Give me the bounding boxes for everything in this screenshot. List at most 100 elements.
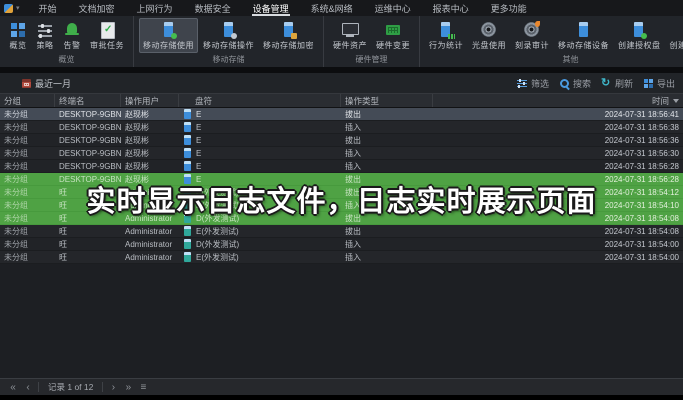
table-header: 分组终端名操作用户盘符操作类型时间 [0, 93, 683, 108]
table-row[interactable]: 未分组 DESKTOP-9GBNA80 赵现彬 E 插入 2024-07-31 … [0, 147, 683, 160]
overview-grid-icon [9, 21, 27, 39]
menu-item-8[interactable]: 更多功能 [480, 0, 538, 16]
ribbon-group: 概览 策略 告警 审批任务 概览 [0, 16, 134, 67]
usb-drive-icon [184, 200, 191, 210]
logo-caret-icon[interactable]: ▾ [16, 4, 20, 12]
ribbon-button-usb-device[interactable]: 移动存储设备 [554, 18, 613, 53]
page-menu-button[interactable]: ≡ [138, 380, 148, 395]
ribbon-button-approval-tasks[interactable]: 审批任务 [86, 18, 128, 53]
table-row[interactable]: 未分组 旺 Administrator E(外发测试) 拔出 2024-07-3… [0, 186, 683, 199]
menu-item-3[interactable]: 数据安全 [184, 0, 242, 16]
menu-item-6[interactable]: 运维中心 [364, 0, 422, 16]
usb-drive-icon [184, 252, 191, 262]
table-row[interactable]: 未分组 旺 Administrator E(外发测试) 插入 2024-07-3… [0, 251, 683, 264]
log-table: 未分组 DESKTOP-9GBNA80 赵现彬 E 拔出 2024-07-31 … [0, 108, 683, 264]
ribbon-button-create-auth-disk[interactable]: 创建授权盘 [614, 18, 665, 53]
hardware-change-icon [384, 21, 402, 39]
menu-item-7[interactable]: 报表中心 [422, 0, 480, 16]
ribbon-button-cd-usage[interactable]: 光盘使用 [468, 18, 510, 53]
ribbon-group: 行为统计 光盘使用 刻录审计 移动存储设备 创建授权盘 创建加密盘 其他 [420, 16, 683, 67]
column-header-3[interactable]: 盘符 [179, 94, 341, 107]
usb-usage-icon [160, 21, 178, 39]
table-row[interactable]: 未分组 DESKTOP-9GBNA80 赵现彬 E 插入 2024-07-31 … [0, 160, 683, 173]
ribbon-button-burn-audit[interactable]: 刻录审计 [511, 18, 553, 53]
ribbon-button-overview-grid[interactable]: 概览 [5, 18, 31, 53]
ribbon-button-hardware-change[interactable]: 硬件变更 [372, 18, 414, 53]
prev-page-button[interactable]: ‹ [23, 380, 33, 395]
table-row[interactable]: 未分组 DESKTOP-9GBNA80 赵现彬 E 拔出 2024-07-31 … [0, 108, 683, 121]
burn-audit-icon [523, 21, 541, 39]
ribbon-button-policy-sliders[interactable]: 策略 [32, 18, 58, 53]
search-icon [559, 78, 570, 89]
menu-item-4[interactable]: 设备管理 [242, 0, 300, 16]
usb-drive-icon [184, 226, 191, 236]
menu-bar: ▾ 开始文档加密上网行为数据安全设备管理系统&网络运维中心报表中心更多功能 [0, 0, 683, 16]
top-menus: 开始文档加密上网行为数据安全设备管理系统&网络运维中心报表中心更多功能 [28, 0, 538, 16]
column-header-2[interactable]: 操作用户 [121, 94, 179, 107]
alert-bell-icon [63, 21, 81, 39]
usb-drive-icon [184, 213, 191, 223]
behavior-stats-icon [437, 21, 455, 39]
app-logo-icon[interactable] [4, 4, 13, 13]
usb-drive-icon [184, 187, 191, 197]
usb-drive-icon [184, 161, 191, 171]
filter-button[interactable]: 筛选 [517, 77, 549, 90]
menu-item-0[interactable]: 开始 [28, 0, 68, 16]
usb-drive-icon [184, 122, 191, 132]
filter-icon [517, 78, 528, 89]
table-row[interactable]: 未分组 旺 Administrator D(外发测试) 插入 2024-07-3… [0, 199, 683, 212]
table-row[interactable]: 未分组 DESKTOP-9GBNA80 赵现彬 E 插入 2024-07-31 … [0, 121, 683, 134]
first-page-button[interactable]: « [8, 380, 18, 395]
ribbon-toolbar: 概览 策略 告警 审批任务 概览 移动存储使用 移动存储操作 移动存储加密 移动… [0, 16, 683, 68]
divider [38, 382, 39, 392]
approval-tasks-icon [98, 21, 116, 39]
table-row[interactable]: 未分组 旺 Administrator D(外发测试) 插入 2024-07-3… [0, 238, 683, 251]
table-row[interactable]: 未分组 DESKTOP-9GBNA80 赵现彬 E 拔出 2024-07-31 … [0, 134, 683, 147]
ribbon-group-label: 硬件管理 [329, 53, 414, 67]
usb-encrypt-icon [280, 21, 298, 39]
ribbon-button-hardware-asset[interactable]: 硬件资产 [329, 18, 371, 53]
column-filter-arrow-icon[interactable] [673, 99, 679, 103]
next-page-button[interactable]: › [108, 380, 118, 395]
ribbon-button-usb-usage[interactable]: 移动存储使用 [139, 18, 198, 53]
record-counter: 记录 1 of 12 [44, 381, 97, 393]
ribbon-group-label: 移动存储 [139, 53, 318, 67]
column-header-0[interactable]: 分组 [0, 94, 55, 107]
table-empty-area [0, 264, 683, 378]
toolbar-actions: 筛选 搜索 刷新 导出 [517, 77, 675, 90]
search-button[interactable]: 搜索 [559, 77, 591, 90]
export-button[interactable]: 导出 [643, 77, 675, 90]
table-row[interactable]: 未分组 旺 Administrator E(外发测试) 拔出 2024-07-3… [0, 225, 683, 238]
usb-drive-icon [184, 148, 191, 158]
log-toolbar: 最近一月 筛选 搜索 刷新 导出 [0, 73, 683, 93]
ribbon-button-alert-bell[interactable]: 告警 [59, 18, 85, 53]
date-range-label: 最近一月 [35, 77, 71, 90]
date-range-filter[interactable]: 最近一月 [22, 77, 71, 90]
hardware-asset-icon [341, 21, 359, 39]
column-header-5[interactable]: 时间 [433, 94, 683, 107]
export-icon [643, 78, 654, 89]
status-bar: « ‹ 记录 1 of 12 › » ≡ [0, 378, 683, 395]
ribbon-button-usb-operation[interactable]: 移动存储操作 [199, 18, 258, 53]
usb-drive-icon [184, 109, 191, 119]
menu-item-2[interactable]: 上网行为 [126, 0, 184, 16]
usb-operation-icon [220, 21, 238, 39]
refresh-button[interactable]: 刷新 [601, 77, 633, 90]
column-header-1[interactable]: 终端名 [55, 94, 121, 107]
column-header-4[interactable]: 操作类型 [341, 94, 433, 107]
usb-device-icon [575, 21, 593, 39]
last-page-button[interactable]: » [123, 380, 133, 395]
window-bottom-edge [0, 395, 683, 400]
calendar-icon [22, 79, 31, 88]
usb-drive-icon [184, 174, 191, 184]
policy-sliders-icon [36, 21, 54, 39]
ribbon-group-label: 其他 [425, 53, 683, 67]
ribbon-button-usb-encrypt[interactable]: 移动存储加密 [259, 18, 318, 53]
menu-item-5[interactable]: 系统&网络 [300, 0, 364, 16]
ribbon-button-behavior-stats[interactable]: 行为统计 [425, 18, 467, 53]
ribbon-group-label: 概览 [5, 53, 128, 67]
table-row[interactable]: 未分组 旺 Administrator D(外发测试) 拔出 2024-07-3… [0, 212, 683, 225]
menu-item-1[interactable]: 文档加密 [68, 0, 126, 16]
table-row[interactable]: 未分组 DESKTOP-9GBNA80 赵现彬 E 拔出 2024-07-31 … [0, 173, 683, 186]
ribbon-button-create-encrypt-disk[interactable]: 创建加密盘 [666, 18, 683, 53]
